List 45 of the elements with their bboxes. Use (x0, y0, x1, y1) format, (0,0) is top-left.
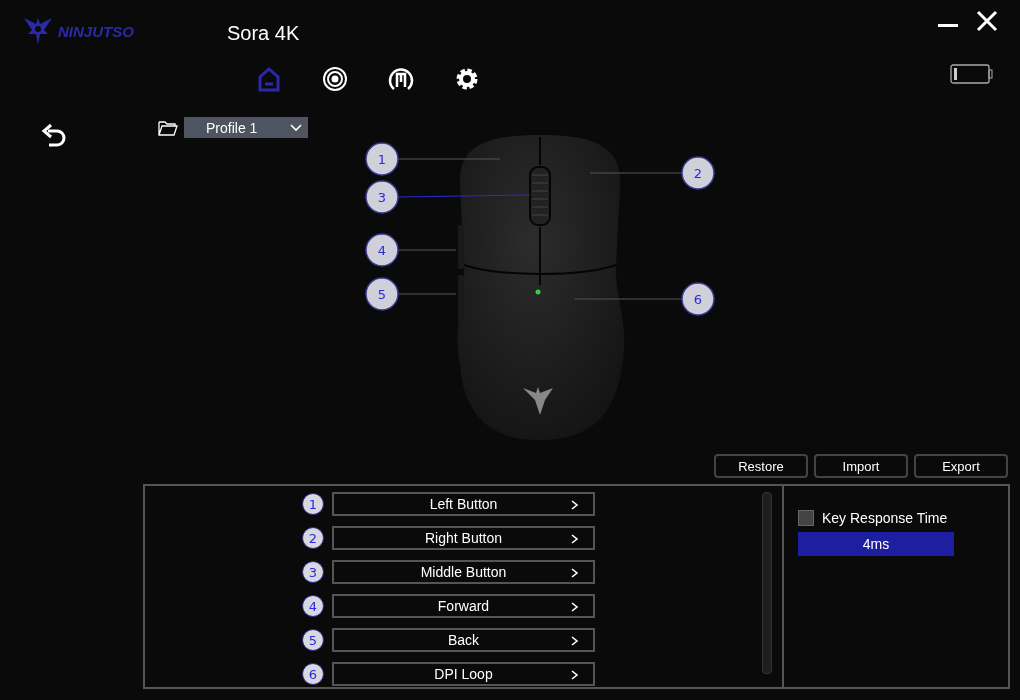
button-mapping-button[interactable]: Right Button (332, 526, 595, 550)
button-mapping-button[interactable]: DPI Loop (332, 662, 595, 686)
brand-logo-text: NINJUTSO (58, 22, 134, 40)
number-badge: 6 (302, 663, 324, 685)
number-badge: 5 (302, 629, 324, 651)
callout-marker: 3 (365, 180, 399, 214)
checkbox[interactable] (798, 510, 814, 526)
button-mapping-button[interactable]: Forward (332, 594, 595, 618)
scrollbar[interactable] (762, 492, 772, 674)
callout-marker: 4 (365, 233, 399, 267)
chevron-right-icon (571, 602, 579, 612)
response-time-value-button[interactable]: 4ms (798, 532, 954, 556)
minimize-icon (938, 24, 958, 27)
action-button[interactable]: Export (914, 454, 1008, 478)
device-title: Sora 4K (227, 22, 301, 45)
callout-marker: 5 (365, 277, 399, 311)
checkbox-label: Key Response Time (822, 510, 948, 526)
button-mapping-button[interactable]: Back (332, 628, 595, 652)
m-letter-tab[interactable] (387, 65, 415, 93)
chevron-right-icon (571, 500, 579, 510)
callout-marker: 2 (681, 156, 715, 190)
profile-dropdown[interactable]: Profile 1 (184, 117, 308, 138)
battery-icon (950, 64, 994, 84)
number-badge: 1 (302, 493, 324, 515)
close-icon (976, 10, 998, 32)
chevron-right-icon (571, 568, 579, 578)
action-button[interactable]: Import (814, 454, 908, 478)
action-button[interactable]: Restore (714, 454, 808, 478)
chevron-down-icon (290, 123, 302, 132)
folder-icon[interactable] (158, 119, 178, 136)
close-button[interactable] (976, 10, 998, 32)
number-badge: 2 (302, 527, 324, 549)
chevron-right-icon (571, 670, 579, 680)
button-mapping-button[interactable]: Left Button (332, 492, 595, 516)
back-arrow-icon[interactable] (40, 122, 68, 150)
leader-line (397, 293, 457, 295)
chevron-right-icon (571, 534, 579, 544)
target-tab[interactable] (321, 65, 349, 93)
button-mapping-button[interactable]: Middle Button (332, 560, 595, 584)
chevron-right-icon (571, 636, 579, 646)
number-badge: 3 (302, 561, 324, 583)
callout-marker: 6 (681, 282, 715, 316)
callout-marker: 1 (365, 142, 399, 176)
leader-line (397, 249, 457, 251)
number-badge: 4 (302, 595, 324, 617)
